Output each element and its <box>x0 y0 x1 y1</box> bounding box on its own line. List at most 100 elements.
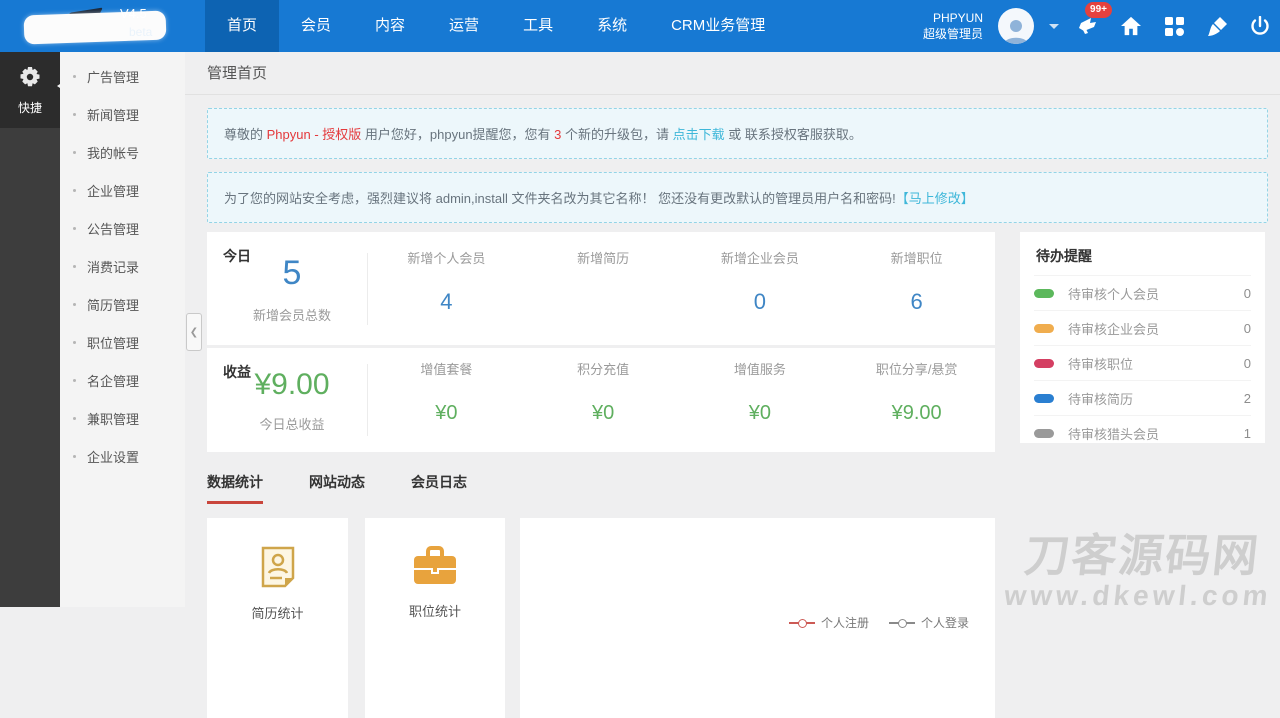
stat-points-recharge: 积分充值 ¥0 <box>525 359 682 441</box>
legend-label: 个人注册 <box>821 614 869 631</box>
todo-count: 1 <box>1244 426 1251 441</box>
sidebar-item-label: 企业设置 <box>87 447 139 466</box>
todo-count: 0 <box>1244 321 1251 336</box>
megaphone-icon <box>1077 16 1099 36</box>
bullet-icon <box>73 341 76 344</box>
nav-item-system[interactable]: 系统 <box>575 0 649 52</box>
sidebar-item-resume[interactable]: 简历管理 <box>60 285 185 323</box>
sidebar-item-account[interactable]: 我的帐号 <box>60 133 185 171</box>
stat-vas-service: 增值服务 ¥0 <box>682 359 839 441</box>
todo-label: 待审核简历 <box>1068 389 1133 408</box>
sidebar-item-label: 职位管理 <box>87 333 139 352</box>
bullet-icon <box>73 265 76 268</box>
notice-text: 为了您的网站安全考虑，强烈建议将 admin,install 文件夹名改为其它名… <box>224 191 896 206</box>
topbar-right: PHPYUN 超级管理员 99+ <box>923 0 1280 52</box>
quick-rail: 快捷 <box>0 52 60 607</box>
sidebar-item-news[interactable]: 新闻管理 <box>60 95 185 133</box>
apps-button[interactable] <box>1160 16 1188 37</box>
notice-text: 用户您好，phpyun提醒您，您有 <box>361 127 554 142</box>
download-link[interactable]: 点击下载 <box>673 127 725 142</box>
sidebar-item-parttime[interactable]: 兼职管理 <box>60 399 185 437</box>
bullet-icon <box>73 151 76 154</box>
stat-value: 4 <box>368 289 525 315</box>
bullet-icon <box>73 227 76 230</box>
todo-panel: 待办提醒 待审核个人会员 0 待审核企业会员 0 待审核职位 0 待审核简历 2… <box>1020 232 1265 443</box>
todo-row-personal[interactable]: 待审核个人会员 0 <box>1034 275 1251 310</box>
stat-label: 新增个人会员 <box>368 248 525 267</box>
sidebar-item-label: 兼职管理 <box>87 409 139 428</box>
sidebar-item-company[interactable]: 企业管理 <box>60 171 185 209</box>
clean-cache-button[interactable] <box>1203 16 1231 37</box>
bullet-icon <box>73 75 76 78</box>
bullet-icon <box>73 455 76 458</box>
security-notice: 为了您的网站安全考虑，强烈建议将 admin,install 文件夹名改为其它名… <box>207 172 1268 223</box>
home-button[interactable] <box>1117 16 1145 36</box>
nav-item-tools[interactable]: 工具 <box>501 0 575 52</box>
resume-stat-card[interactable]: 简历统计 <box>207 518 348 718</box>
stat-vas-package: 增值套餐 ¥0 <box>368 359 525 441</box>
sidebar-item-label: 简历管理 <box>87 295 139 314</box>
notification-button[interactable]: 99+ <box>1074 16 1102 36</box>
today-total-label: 新增会员总数 <box>217 305 367 324</box>
todo-row-job[interactable]: 待审核职位 0 <box>1034 345 1251 380</box>
stat-value: ¥9.00 <box>838 402 995 425</box>
status-pill <box>1034 429 1054 438</box>
stat-value: ¥0 <box>525 402 682 425</box>
stat-label: 增值服务 <box>682 359 839 378</box>
stat-value: ¥0 <box>682 402 839 425</box>
sidebar-item-label: 广告管理 <box>87 67 139 86</box>
quick-arrow <box>51 80 66 92</box>
modify-now-link[interactable]: 【马上修改】 <box>896 191 974 206</box>
upgrade-notice: 尊敬的 Phpyun - 授权版 用户您好，phpyun提醒您，您有 3 个新的… <box>207 108 1268 159</box>
nav-item-content[interactable]: 内容 <box>353 0 427 52</box>
sidebar-item-label: 我的帐号 <box>87 143 139 162</box>
stat-label: 积分充值 <box>525 359 682 378</box>
stat-label: 新增简历 <box>525 248 682 267</box>
todo-count: 2 <box>1244 391 1251 406</box>
todo-count: 0 <box>1244 356 1251 371</box>
nav-item-operation[interactable]: 运营 <box>427 0 501 52</box>
tab-member-log[interactable]: 会员日志 <box>411 472 467 504</box>
chevron-down-icon[interactable] <box>1049 24 1059 34</box>
tab-site-activity[interactable]: 网站动态 <box>309 472 365 504</box>
logout-button[interactable] <box>1246 16 1274 37</box>
sidebar-item-ads[interactable]: 广告管理 <box>60 57 185 95</box>
home-icon <box>1120 16 1142 36</box>
stat-job-share: 职位分享/悬赏 ¥9.00 <box>838 359 995 441</box>
notice-text: 尊敬的 <box>224 127 267 142</box>
legend-label: 个人登录 <box>921 614 969 631</box>
sidebar-item-consume-log[interactable]: 消费记录 <box>60 247 185 285</box>
todo-title: 待办提醒 <box>1034 232 1251 275</box>
logo-zone: V4.5 beta <box>0 0 205 52</box>
bullet-icon <box>73 113 76 116</box>
legend-item-register[interactable]: 个人注册 <box>789 614 869 631</box>
stat-new-personal: 新增个人会员 4 <box>368 248 525 330</box>
resume-stat-icon <box>255 544 301 590</box>
todo-row-company[interactable]: 待审核企业会员 0 <box>1034 310 1251 345</box>
todo-row-headhunter[interactable]: 待审核猎头会员 1 <box>1034 415 1251 450</box>
sidebar-item-famous-company[interactable]: 名企管理 <box>60 361 185 399</box>
nav-item-home[interactable]: 首页 <box>205 0 279 52</box>
todo-label: 待审核职位 <box>1068 354 1133 373</box>
main-nav: 首页 会员 内容 运营 工具 系统 CRM业务管理 <box>205 0 787 52</box>
page-title: 管理首页 <box>185 52 1280 95</box>
jobs-stat-card[interactable]: 职位统计 <box>365 518 505 718</box>
nav-item-members[interactable]: 会员 <box>279 0 353 52</box>
stat-new-company: 新增企业会员 0 <box>682 248 839 330</box>
app-version: V4.5 <box>120 6 147 21</box>
sidebar-item-jobs[interactable]: 职位管理 <box>60 323 185 361</box>
sidebar-item-company-settings[interactable]: 企业设置 <box>60 437 185 475</box>
power-icon <box>1250 16 1270 37</box>
collapse-sidebar-handle[interactable]: ❮ <box>186 313 202 351</box>
sidebar-item-label: 企业管理 <box>87 181 139 200</box>
nav-item-crm[interactable]: CRM业务管理 <box>649 0 787 52</box>
todo-row-resume[interactable]: 待审核简历 2 <box>1034 380 1251 415</box>
notice-text: 或 联系授权客服获取。 <box>725 127 862 142</box>
sidebar-item-announcement[interactable]: 公告管理 <box>60 209 185 247</box>
legend-item-login[interactable]: 个人登录 <box>889 614 969 631</box>
main-content: 管理首页 尊敬的 Phpyun - 授权版 用户您好，phpyun提醒您，您有 … <box>185 52 1280 607</box>
tab-data-stats[interactable]: 数据统计 <box>207 472 263 504</box>
avatar[interactable] <box>998 8 1034 44</box>
notification-badge: 99+ <box>1085 2 1112 18</box>
income-card-title: 收益 <box>223 362 251 382</box>
